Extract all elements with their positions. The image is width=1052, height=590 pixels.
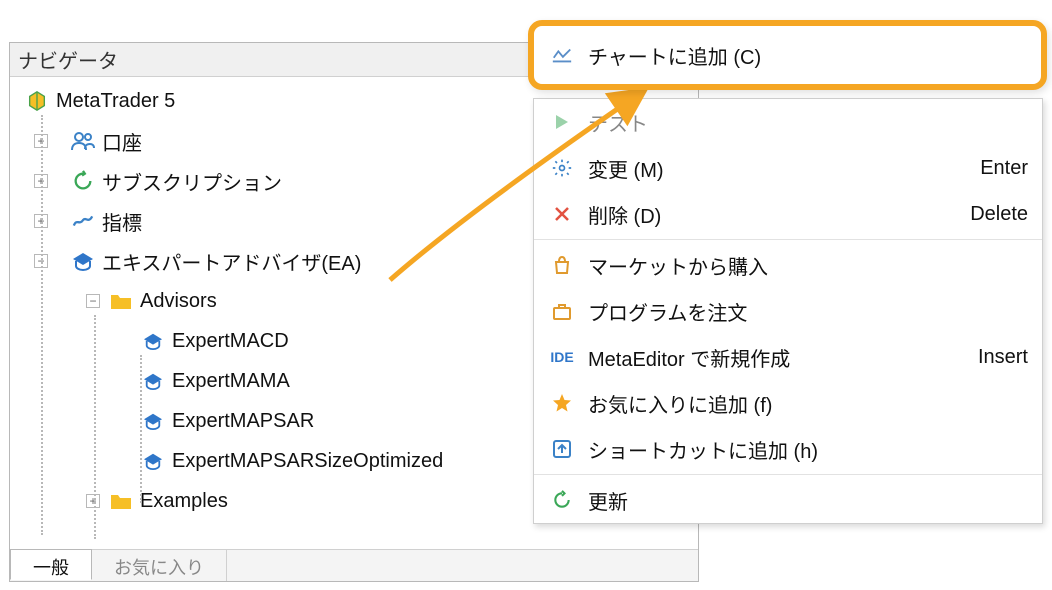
- tree-experts-label: エキスパートアドバイザ(EA): [102, 247, 361, 276]
- menu-buy-market[interactable]: マーケットから購入: [534, 242, 1042, 288]
- gear-icon: [548, 158, 576, 178]
- metatrader-icon: [24, 90, 50, 112]
- indicator-icon: [70, 212, 96, 230]
- expert-cap-icon: [70, 251, 96, 271]
- expert-cap-icon: [140, 452, 166, 470]
- tree-guide-line: [41, 115, 43, 535]
- expert-cap-icon: [140, 332, 166, 350]
- menu-add-shortcut-label: ショートカットに追加 (h): [588, 435, 1028, 464]
- ea-label: ExpertMACD: [172, 330, 289, 353]
- shortcut-icon: [548, 439, 576, 459]
- refresh-icon: [70, 170, 96, 192]
- advisors-folder-label: Advisors: [140, 290, 217, 313]
- examples-folder-label: Examples: [140, 490, 228, 513]
- shopping-bag-icon: [548, 255, 576, 275]
- menu-test[interactable]: テスト: [534, 99, 1042, 145]
- ea-label: ExpertMAPSAR: [172, 410, 314, 433]
- menu-add-favorite[interactable]: お気に入りに追加 (f): [534, 380, 1042, 426]
- menu-modify-shortcut: Enter: [980, 157, 1028, 180]
- ea-label: ExpertMAMA: [172, 370, 290, 393]
- accounts-icon: [70, 130, 96, 152]
- menu-metaeditor-label: MetaEditor で新規作成: [588, 343, 966, 372]
- collapse-icon[interactable]: −: [86, 294, 100, 308]
- menu-separator: [534, 474, 1042, 475]
- menu-refresh[interactable]: 更新: [534, 477, 1042, 523]
- folder-icon: [108, 492, 134, 510]
- tree-guide-line: [94, 315, 96, 539]
- play-icon: [548, 112, 576, 132]
- ea-label-truncated: MYFOREX ex5: [142, 531, 276, 533]
- expand-icon[interactable]: +: [86, 494, 100, 508]
- menu-separator: [534, 239, 1042, 240]
- callout-highlight: チャートに追加 (C): [528, 20, 1047, 90]
- menu-delete[interactable]: 削除 (D) Delete: [534, 191, 1042, 237]
- menu-metaeditor-shortcut: Insert: [978, 346, 1028, 369]
- menu-buy-market-label: マーケットから購入: [588, 251, 1028, 280]
- menu-refresh-label: 更新: [588, 486, 1028, 515]
- menu-delete-label: 削除 (D): [588, 200, 958, 229]
- expert-cap-icon: [140, 372, 166, 390]
- tab-favorites[interactable]: お気に入り: [92, 550, 227, 581]
- tree-accounts-label: 口座: [102, 127, 142, 156]
- menu-delete-shortcut: Delete: [970, 203, 1028, 226]
- context-menu: テスト 変更 (M) Enter 削除 (D) Delete マーケットから購入…: [533, 98, 1043, 524]
- tree-subscription-label: サブスクリプション: [102, 167, 282, 196]
- tab-general[interactable]: 一般: [10, 549, 92, 580]
- chart-line-icon: [548, 46, 576, 64]
- menu-order-program-label: プログラムを注文: [588, 297, 1028, 326]
- menu-add-favorite-label: お気に入りに追加 (f): [588, 389, 1028, 418]
- tree-root-label: MetaTrader 5: [56, 90, 175, 113]
- delete-icon: [548, 205, 576, 223]
- star-icon: [548, 393, 576, 413]
- tree-indicators-label: 指標: [102, 207, 142, 236]
- menu-modify-label: 変更 (M): [588, 154, 968, 183]
- menu-add-to-chart-label: チャートに追加 (C): [588, 41, 1027, 70]
- briefcase-icon: [548, 302, 576, 320]
- tree-guide-line: [140, 355, 142, 503]
- menu-metaeditor[interactable]: IDE MetaEditor で新規作成 Insert: [534, 334, 1042, 380]
- expert-cap-icon: [140, 412, 166, 430]
- menu-modify[interactable]: 変更 (M) Enter: [534, 145, 1042, 191]
- refresh-icon: [548, 490, 576, 510]
- menu-order-program[interactable]: プログラムを注文: [534, 288, 1042, 334]
- ide-icon: IDE: [548, 349, 576, 365]
- folder-icon: [108, 292, 134, 310]
- menu-add-shortcut[interactable]: ショートカットに追加 (h): [534, 426, 1042, 472]
- ea-label: ExpertMAPSARSizeOptimized: [172, 450, 443, 473]
- navigator-tabs: 一般 お気に入り: [10, 549, 698, 581]
- menu-test-label: テスト: [588, 108, 1028, 137]
